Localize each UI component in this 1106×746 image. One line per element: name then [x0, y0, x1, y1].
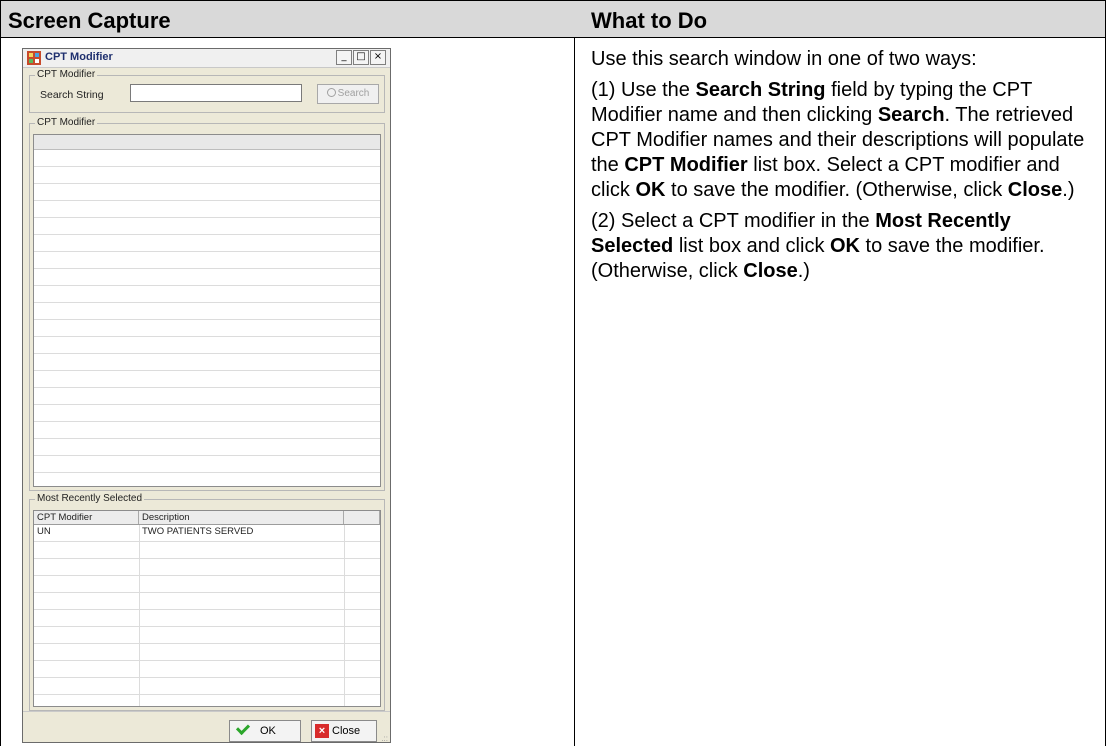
magnifier-icon — [326, 88, 336, 97]
recent-grid-body — [34, 525, 380, 706]
instructions-text: Use this search window in one of two way… — [591, 47, 1091, 290]
header-screen-capture: Screen Capture — [8, 8, 171, 33]
list-header — [34, 135, 380, 150]
header-cell-what-to-do: What to Do — [574, 0, 1106, 38]
maximize-button[interactable]: □ — [353, 50, 369, 65]
search-button[interactable]: Search — [317, 84, 379, 104]
dialog-title: CPT Modifier — [45, 51, 113, 63]
close-button-label: Close — [332, 725, 361, 737]
table-border-left — [0, 38, 1, 746]
table-border-middle — [574, 38, 575, 746]
cpt-modifier-list-label: CPT Modifier — [35, 117, 98, 128]
resize-grip-icon[interactable]: .:: — [381, 734, 388, 742]
recent-grid[interactable]: CPT Modifier Description UN TWO PATIENTS… — [33, 510, 381, 707]
search-string-input[interactable] — [130, 84, 302, 102]
row-modifier: UN — [37, 526, 51, 537]
ok-button-label: OK — [260, 725, 276, 737]
column-divider — [139, 525, 140, 706]
header-what-to-do: What to Do — [591, 8, 708, 33]
most-recently-selected-group: Most Recently Selected CPT Modifier Desc… — [29, 493, 385, 711]
search-button-label: Search — [337, 88, 370, 99]
ok-button[interactable]: OK — [229, 720, 301, 742]
recent-grid-header: CPT Modifier Description — [34, 511, 380, 525]
app-icon — [27, 51, 41, 65]
most-recently-selected-label: Most Recently Selected — [35, 493, 145, 504]
column-header-cpt-modifier[interactable]: CPT Modifier — [34, 511, 139, 524]
instruction-intro: Use this search window in one of two way… — [591, 48, 977, 70]
close-button[interactable]: × Close — [311, 720, 377, 742]
minimize-button[interactable]: _ — [336, 50, 352, 65]
instruction-table: Screen Capture What to Do CPT Modifier _… — [0, 0, 1106, 746]
search-group-label: CPT Modifier — [35, 69, 98, 80]
table-row[interactable]: UN TWO PATIENTS SERVED — [34, 525, 380, 539]
search-string-label: Search String — [40, 89, 104, 101]
instruction-step-2: (2) Select a CPT modifier in the Most Re… — [591, 210, 1045, 282]
cpt-modifier-list-box[interactable] — [33, 134, 381, 487]
window-controls: _ □ × — [335, 50, 386, 65]
dialog-titlebar: CPT Modifier _ □ × — [23, 49, 390, 68]
close-window-button[interactable]: × — [370, 50, 386, 65]
red-x-icon: × — [315, 724, 329, 738]
search-group: CPT Modifier Search String Search — [29, 69, 385, 113]
checkmark-icon — [235, 720, 251, 736]
cpt-modifier-list-group: CPT Modifier — [29, 117, 385, 491]
column-header-blank — [344, 511, 380, 524]
column-header-description[interactable]: Description — [139, 511, 344, 524]
instruction-step-1: (1) Use the Search String field by typin… — [591, 79, 1085, 201]
cpt-modifier-dialog: CPT Modifier _ □ × CPT Modifier Search S… — [22, 48, 391, 743]
header-cell-screen-capture: Screen Capture — [0, 0, 575, 38]
row-description: TWO PATIENTS SERVED — [142, 526, 254, 537]
dialog-button-bar: OK × Close .:: — [23, 711, 390, 742]
list-rows — [34, 150, 380, 486]
column-divider — [344, 525, 345, 706]
